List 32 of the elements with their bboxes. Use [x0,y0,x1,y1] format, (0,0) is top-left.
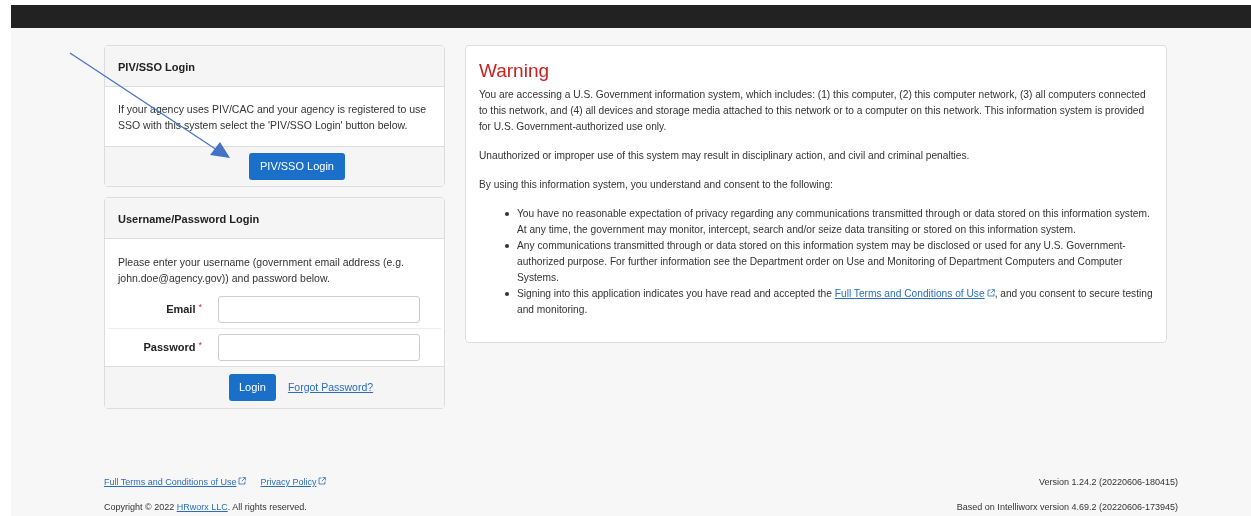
bullet-icon [505,212,509,216]
field-label: Email [166,302,196,318]
footer-link[interactable]: Privacy Policy [260,476,327,490]
external-link-icon [318,477,327,485]
card-title: Username/Password Login [118,213,260,225]
required-mark: * [198,339,202,353]
required-mark: * [198,301,202,315]
bullet-icon [505,292,509,296]
warning-paragraph: Unauthorized or improper use of this system may result in disciplinary action, and civil and criminal penalties. [479,149,971,163]
bullet-icon [505,244,509,248]
input-field[interactable] [218,296,420,323]
forgot-password-link[interactable]: Forgot Password? [287,379,374,396]
external-link-icon [238,477,247,485]
consent-item: Any communications transmitted through or data stored on this information system may be disclosed or used for any U.S. Government-authorized purpose. For further information see the Department order on Use and Monitoring of Department Computers and Computer Systems. [517,239,1127,285]
card-title: PIV/SSO Login [118,61,195,73]
version-text: Version 1.24.2 (20220606-180415) [1038,476,1178,489]
warning-title: Warning [479,59,551,83]
consent-item: Signing into this application indicates you have read and accepted the Full Terms and Conditions of Use , and you consent to secure testing and monitoring. [517,287,1153,317]
footer-link[interactable]: Full Terms and Conditions of Use [104,476,247,490]
consent-item: You have no reasonable expectation of privacy regarding any communications transmitted through or data stored on this information system. At any time, the government may monitor, intercept, search and/or seize data transiting or stored on this information system. [517,207,1151,237]
copyright-text: Copyright © 2022 HRworx LLC. All rights reserved. [104,500,308,514]
warning-paragraph: You are accessing a U.S. Government information system, which includes: (1) this computer, (2) this computer network, (3) all computers connected to this network, and (4) all devices and storage media attached to this network or to a computer on this network. This information system is provided for U.S. Government-authorized use only. [479,88,1147,134]
piv-sso-login-button[interactable]: PIV/SSO Login [249,153,345,180]
terms-link[interactable]: Full Terms and Conditions of Use [834,288,995,299]
input-field[interactable] [218,334,420,361]
external-link-icon [986,289,995,297]
login-instructions: Please enter your username (government email address (e.g. john.doe@agency.gov)) and password below. [116,255,405,286]
field-label: Password [143,340,196,356]
login-button[interactable]: Login [229,374,276,401]
company-link[interactable]: HRworx LLC [176,501,228,512]
based-on-text: Based on Intelliworx version 4.69.2 (20220606-173945) [956,500,1178,514]
warning-paragraph: By using this information system, you understand and consent to the following: [479,178,834,192]
